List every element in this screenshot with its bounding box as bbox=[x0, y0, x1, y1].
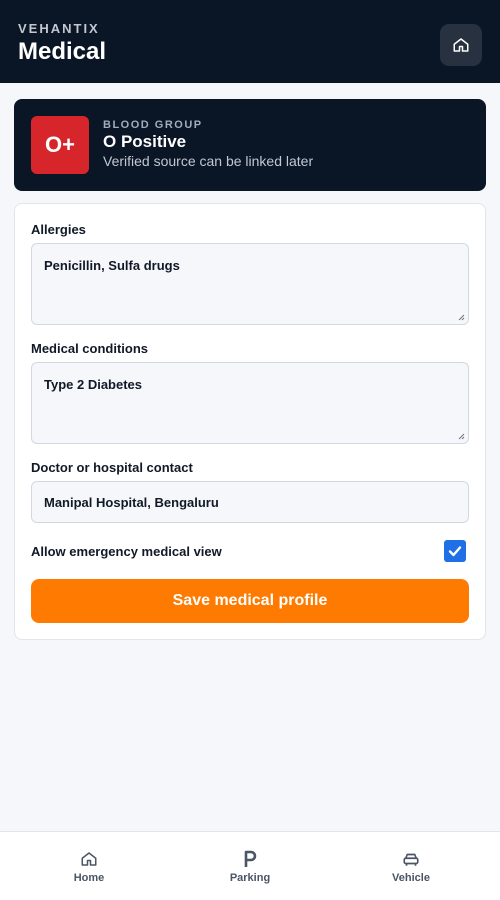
checkmark-icon bbox=[448, 546, 462, 557]
blood-group-label: BLOOD GROUP bbox=[103, 119, 203, 131]
nav-home[interactable]: Home bbox=[6, 832, 172, 900]
nav-home-label: Home bbox=[73, 872, 105, 884]
resize-handle-icon[interactable] bbox=[457, 432, 465, 440]
contact-value: Manipal Hospital, Bengaluru bbox=[44, 495, 219, 510]
nav-vehicle[interactable]: Vehicle bbox=[328, 832, 494, 900]
app-header: VEHANTIX Medical bbox=[0, 0, 500, 83]
page-title: Medical bbox=[18, 38, 107, 65]
home-icon bbox=[453, 38, 469, 52]
conditions-value: Type 2 Diabetes bbox=[44, 377, 143, 392]
parking-icon bbox=[240, 850, 260, 868]
header-home-button[interactable] bbox=[440, 24, 482, 66]
emergency-view-checkbox[interactable] bbox=[444, 540, 466, 562]
home-icon bbox=[79, 850, 99, 868]
allergies-label: Allergies bbox=[31, 222, 86, 237]
blood-group-value: O Positive bbox=[103, 132, 187, 151]
nav-parking-label: Parking bbox=[229, 872, 271, 884]
conditions-label: Medical conditions bbox=[31, 341, 149, 356]
blood-group-badge: O+ bbox=[31, 116, 89, 174]
resize-handle-icon[interactable] bbox=[457, 313, 465, 321]
car-icon bbox=[401, 850, 421, 868]
conditions-textarea[interactable]: Type 2 Diabetes bbox=[31, 362, 469, 444]
bottom-nav: Home Parking Vehicle bbox=[0, 831, 500, 900]
allergies-value: Penicillin, Sulfa drugs bbox=[44, 258, 180, 273]
allergies-textarea[interactable]: Penicillin, Sulfa drugs bbox=[31, 243, 469, 325]
contact-label: Doctor or hospital contact bbox=[31, 460, 193, 475]
blood-group-card: O+ BLOOD GROUP O Positive Verified sourc… bbox=[14, 99, 486, 191]
blood-group-note: Verified source can be linked later bbox=[103, 153, 314, 169]
emergency-view-label: Allow emergency medical view bbox=[31, 544, 222, 559]
medical-form: Allergies Penicillin, Sulfa drugs Medica… bbox=[14, 203, 486, 640]
contact-input[interactable]: Manipal Hospital, Bengaluru bbox=[31, 481, 469, 523]
nav-parking[interactable]: Parking bbox=[167, 832, 333, 900]
brand-name: VEHANTIX bbox=[18, 21, 100, 36]
nav-vehicle-label: Vehicle bbox=[392, 872, 430, 884]
save-medical-profile-button[interactable]: Save medical profile bbox=[31, 579, 469, 623]
